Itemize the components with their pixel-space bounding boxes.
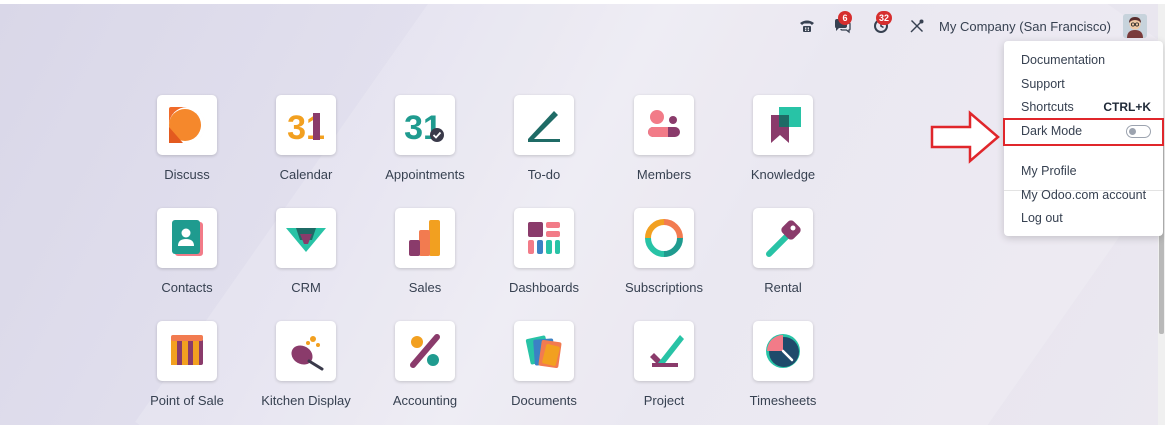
app-documents[interactable]: Documents bbox=[484, 321, 604, 425]
app-calendar[interactable]: 31 Calendar bbox=[246, 95, 366, 205]
todo-icon bbox=[514, 95, 574, 155]
avatar-image bbox=[1123, 14, 1147, 38]
app-sales[interactable]: Sales bbox=[365, 208, 485, 318]
systray: 6 32 My Company (San Francisco) bbox=[795, 11, 1147, 40]
chat-badge: 6 bbox=[838, 11, 853, 25]
contacts-icon bbox=[157, 208, 217, 268]
menu-item-support[interactable]: Support bbox=[1021, 74, 1151, 94]
pos-icon bbox=[157, 321, 217, 381]
app-discuss[interactable]: Discuss bbox=[127, 95, 247, 205]
menu-item-label: Shortcuts bbox=[1021, 100, 1074, 114]
menu-item-label: My Profile bbox=[1021, 164, 1077, 178]
app-label: Timesheets bbox=[749, 393, 817, 408]
menu-item-label: Support bbox=[1021, 77, 1065, 91]
menu-item-shortcuts[interactable]: Shortcuts CTRL+K bbox=[1021, 97, 1151, 117]
wrench-screwdriver-icon bbox=[906, 15, 928, 37]
voip-button[interactable] bbox=[795, 12, 819, 40]
app-label: Documents bbox=[511, 393, 577, 408]
menu-item-label: Documentation bbox=[1021, 53, 1106, 67]
activity-badge: 32 bbox=[876, 11, 893, 25]
app-label: Members bbox=[636, 167, 692, 182]
messaging-button[interactable]: 6 bbox=[825, 11, 859, 40]
app-appointments[interactable]: 31 Appointments bbox=[365, 95, 485, 205]
app-label: Discuss bbox=[164, 167, 210, 182]
knowledge-icon bbox=[753, 95, 813, 155]
accounting-icon bbox=[395, 321, 455, 381]
dashboards-icon bbox=[514, 208, 574, 268]
app-label: Subscriptions bbox=[624, 280, 704, 295]
app-crm[interactable]: CRM bbox=[246, 208, 366, 318]
appointments-icon: 31 bbox=[395, 95, 455, 155]
timesheets-icon bbox=[753, 321, 813, 381]
activity-button[interactable]: 32 bbox=[863, 11, 899, 40]
app-rental[interactable]: Rental bbox=[723, 208, 843, 318]
app-subscriptions[interactable]: Subscriptions bbox=[604, 208, 724, 318]
annotation-arrow bbox=[930, 110, 1000, 164]
app-knowledge[interactable]: Knowledge bbox=[723, 95, 843, 205]
app-members[interactable]: Members bbox=[604, 95, 724, 205]
app-project[interactable]: Project bbox=[604, 321, 724, 425]
app-label: Sales bbox=[408, 280, 442, 295]
menu-item-label: My Odoo.com account bbox=[1021, 188, 1147, 202]
app-label: Calendar bbox=[279, 167, 333, 182]
app-label: Rental bbox=[764, 280, 802, 295]
dark-mode-toggle[interactable] bbox=[1126, 124, 1151, 138]
menu-item-odoo-account[interactable]: My Odoo.com account bbox=[1021, 185, 1151, 205]
crm-icon bbox=[276, 208, 336, 268]
members-icon bbox=[634, 95, 694, 155]
app-point-of-sale[interactable]: Point of Sale bbox=[127, 321, 247, 425]
documents-icon bbox=[514, 321, 574, 381]
app-label: Kitchen Display bbox=[261, 393, 351, 408]
subscriptions-icon bbox=[634, 208, 694, 268]
app-label: Knowledge bbox=[750, 167, 816, 182]
phone-icon bbox=[796, 15, 818, 37]
app-timesheets[interactable]: Timesheets bbox=[723, 321, 843, 425]
discuss-icon bbox=[157, 95, 217, 155]
user-avatar[interactable] bbox=[1123, 14, 1147, 38]
app-label: Appointments bbox=[385, 167, 465, 182]
app-label: Accounting bbox=[392, 393, 458, 408]
app-label: Point of Sale bbox=[150, 393, 224, 408]
app-label: Project bbox=[643, 393, 685, 408]
company-switcher[interactable]: My Company (San Francisco) bbox=[939, 19, 1111, 34]
menu-item-dark-mode[interactable]: Dark Mode bbox=[1021, 121, 1151, 141]
app-accounting[interactable]: Accounting bbox=[365, 321, 485, 425]
shortcut-key: CTRL+K bbox=[1103, 100, 1151, 114]
app-kitchen-display[interactable]: Kitchen Display bbox=[246, 321, 366, 425]
menu-item-my-profile[interactable]: My Profile bbox=[1021, 161, 1151, 181]
rental-icon bbox=[753, 208, 813, 268]
app-label: Contacts bbox=[161, 280, 213, 295]
app-contacts[interactable]: Contacts bbox=[127, 208, 247, 318]
user-menu-dropdown: Documentation Support Shortcuts CTRL+K Da… bbox=[1004, 41, 1163, 236]
app-todo[interactable]: To-do bbox=[484, 95, 604, 205]
menu-item-logout[interactable]: Log out bbox=[1021, 208, 1151, 228]
kitchen-display-icon bbox=[276, 321, 336, 381]
sales-icon bbox=[395, 208, 455, 268]
app-label: Dashboards bbox=[508, 280, 580, 295]
app-label: To-do bbox=[527, 167, 561, 182]
project-icon bbox=[634, 321, 694, 381]
app-dashboards[interactable]: Dashboards bbox=[484, 208, 604, 318]
menu-item-label: Dark Mode bbox=[1021, 124, 1083, 138]
calendar-icon: 31 bbox=[276, 95, 336, 155]
menu-item-label: Log out bbox=[1021, 211, 1063, 225]
debug-menu-button[interactable] bbox=[905, 12, 929, 40]
app-label: CRM bbox=[291, 280, 321, 295]
menu-item-documentation[interactable]: Documentation bbox=[1021, 50, 1151, 70]
